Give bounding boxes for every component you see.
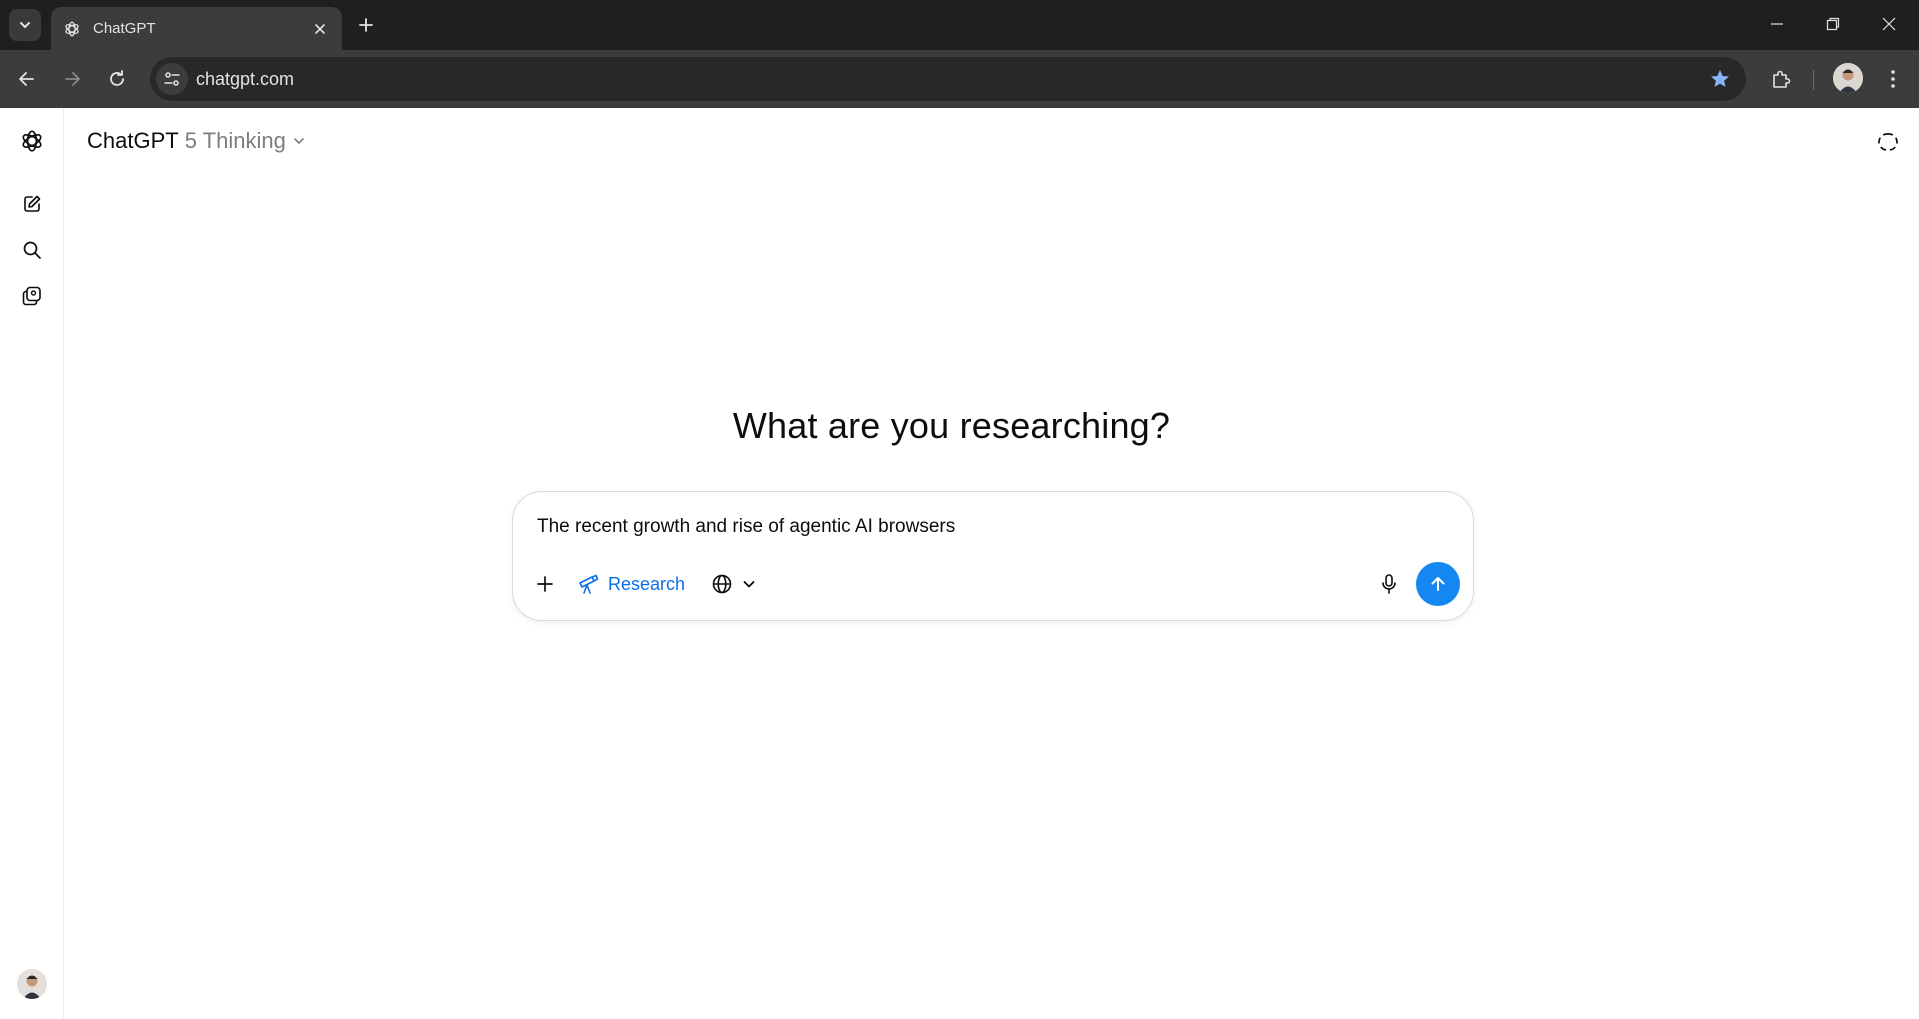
minimize-icon <box>1771 23 1783 25</box>
chevron-down-icon <box>743 581 755 588</box>
avatar-icon <box>1833 63 1863 93</box>
arrow-right-icon <box>65 72 80 86</box>
page-title: What are you researching? <box>0 405 1919 447</box>
composer-actions: Research <box>527 564 763 604</box>
research-label: Research <box>608 573 686 594</box>
model-name: ChatGPT <box>87 128 179 153</box>
headline-text: What are you researching? <box>732 405 1171 446</box>
tune-icon <box>164 72 180 86</box>
telescope-icon <box>579 574 599 594</box>
user-avatar-button[interactable] <box>17 969 47 999</box>
forward-button[interactable] <box>56 63 88 95</box>
dashed-circle-icon <box>1878 133 1898 151</box>
search-chats-button[interactable] <box>14 232 50 268</box>
compose-icon <box>24 195 41 212</box>
minimize-button[interactable] <box>1755 9 1799 39</box>
extensions-button[interactable] <box>1765 63 1797 95</box>
microphone-icon <box>1382 574 1396 594</box>
search-icon <box>23 241 41 259</box>
browser-menu-button[interactable] <box>1877 63 1909 95</box>
toolbar-divider <box>1813 70 1814 90</box>
web-search-toggle[interactable] <box>705 566 763 602</box>
openai-logo-icon <box>22 130 42 152</box>
restore-button[interactable] <box>1811 9 1855 39</box>
model-switcher[interactable]: ChatGPT 5 Thinking <box>87 128 306 154</box>
images-icon <box>22 286 41 306</box>
browser-toolbar: chatgpt.com <box>0 50 1919 108</box>
openai-logo-icon <box>63 20 81 38</box>
prompt-composer: The recent growth and rise of agentic AI… <box>512 491 1474 621</box>
bookmark-button[interactable] <box>1708 67 1732 91</box>
add-attachment-button[interactable] <box>527 566 563 602</box>
star-filled-icon <box>1711 70 1729 87</box>
close-icon <box>315 23 325 34</box>
reload-button[interactable] <box>101 63 133 95</box>
close-window-icon <box>1882 17 1896 31</box>
site-info-button[interactable] <box>156 63 188 95</box>
puzzle-icon <box>1773 70 1791 88</box>
address-bar[interactable]: chatgpt.com <box>150 57 1746 101</box>
sidebar-rail <box>0 108 64 1019</box>
model-variant: 5 Thinking <box>184 128 286 153</box>
close-window-button[interactable] <box>1867 9 1911 39</box>
arrow-up-icon <box>1431 577 1445 591</box>
restore-icon <box>1826 17 1840 31</box>
tab-strip: ChatGPT <box>0 0 1919 50</box>
tab-search-button[interactable] <box>9 9 41 41</box>
avatar-icon <box>17 969 47 999</box>
new-chat-button[interactable] <box>14 186 50 222</box>
browser-window: ChatGPT chatgpt.com ChatGPT 5 Thinking W… <box>0 0 1919 1019</box>
tab-title: ChatGPT <box>93 20 156 37</box>
chevron-down-icon <box>292 134 306 148</box>
chatgpt-page: ChatGPT 5 Thinking What are you research… <box>0 108 1919 1019</box>
chatgpt-home-button[interactable] <box>14 123 50 159</box>
back-button[interactable] <box>11 63 43 95</box>
library-button[interactable] <box>14 278 50 314</box>
new-tab-button[interactable] <box>352 11 380 39</box>
profile-button[interactable] <box>1833 63 1863 93</box>
globe-icon <box>712 574 732 594</box>
research-mode-button[interactable]: Research <box>571 566 691 602</box>
plus-icon <box>537 576 553 592</box>
url-text[interactable]: chatgpt.com <box>196 69 294 90</box>
dictate-button[interactable] <box>1371 566 1407 602</box>
more-vert-icon <box>1891 70 1895 88</box>
prompt-input[interactable]: The recent growth and rise of agentic AI… <box>537 516 955 538</box>
arrow-left-icon <box>19 72 34 86</box>
send-button[interactable] <box>1416 562 1460 606</box>
plus-icon <box>359 18 373 32</box>
tab-chatgpt[interactable]: ChatGPT <box>51 7 342 50</box>
reload-icon <box>110 70 124 86</box>
chevron-down-icon <box>20 22 30 28</box>
tab-close-button[interactable] <box>308 17 332 41</box>
temporary-chat-button[interactable] <box>1872 126 1904 158</box>
